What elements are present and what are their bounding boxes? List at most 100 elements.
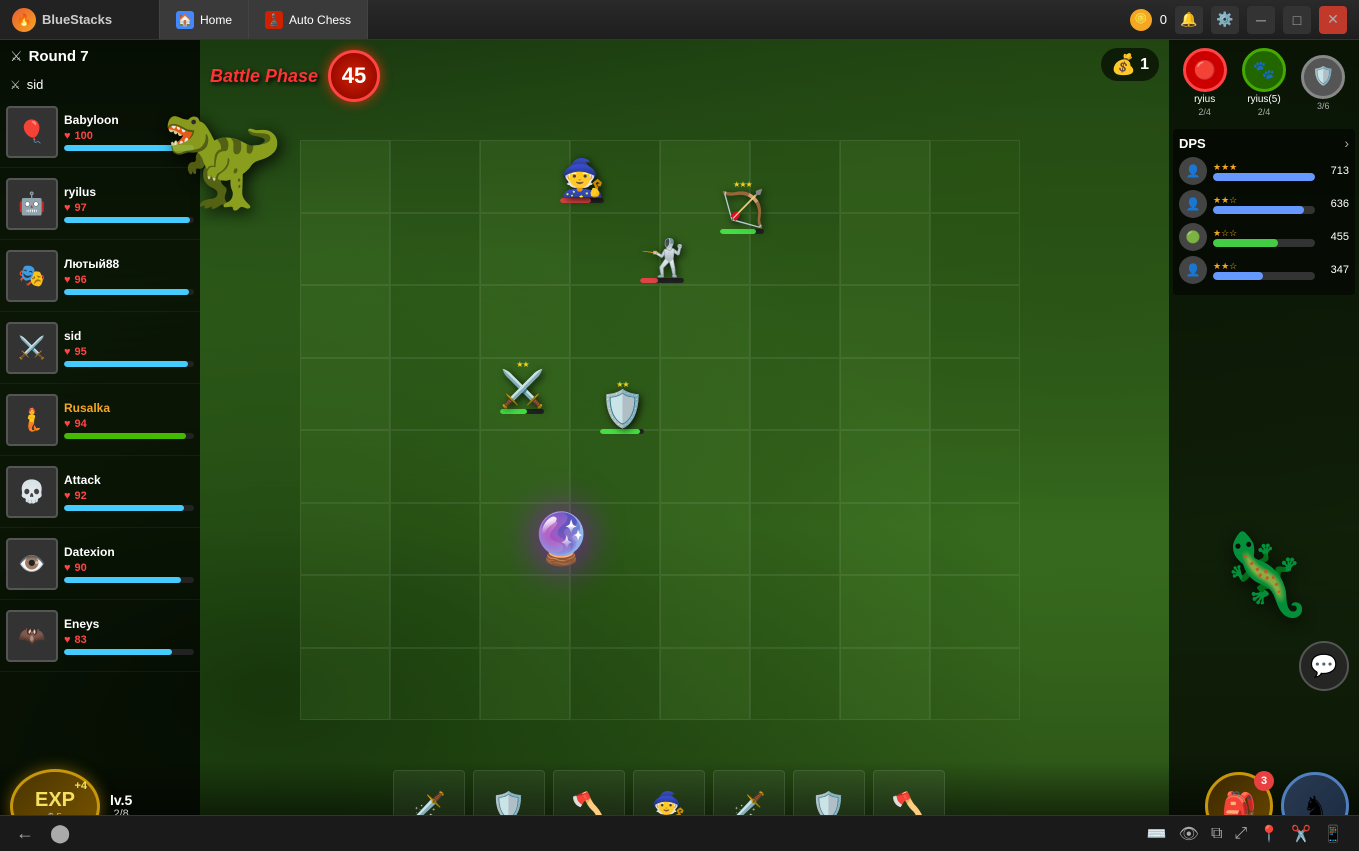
board-cell[interactable] [300,285,390,358]
board-cell[interactable] [300,575,390,648]
board-cell[interactable] [660,285,750,358]
board-cell[interactable] [570,140,660,213]
board-cell[interactable] [480,358,570,431]
keyboard-btn[interactable]: ⌨️ [1147,824,1167,844]
home-button[interactable]: ⬤ [50,823,70,844]
app-logo[interactable]: 🔥 BlueStacks [0,0,160,39]
board-cell[interactable] [390,285,480,358]
board-cell[interactable] [480,503,570,576]
board-cell[interactable] [750,430,840,503]
player-entry[interactable]: ⚔️ sid ♥ 95 [0,312,200,384]
board-cell[interactable] [660,358,750,431]
board-cell[interactable] [750,575,840,648]
board-cell[interactable] [480,285,570,358]
board-cell[interactable] [570,503,660,576]
player-entry[interactable]: 🤖 ryilus ♥ 97 [0,168,200,240]
board-cell[interactable] [750,648,840,721]
back-button[interactable]: ← [16,823,34,844]
board-cell[interactable] [660,140,750,213]
player-hp-row: ♥ 97 [64,202,194,214]
board-cell[interactable] [300,140,390,213]
board-cell[interactable] [840,285,930,358]
board-cell[interactable] [570,648,660,721]
close-btn[interactable]: ✕ [1319,6,1347,34]
board-cell[interactable] [390,358,480,431]
board-cell[interactable] [390,648,480,721]
board-cell[interactable] [930,503,1020,576]
board-cell[interactable] [840,430,930,503]
board-cell[interactable] [390,213,480,286]
phone-btn[interactable]: 📱 [1323,824,1343,844]
sidebar-sword-icon: ⚔ [10,78,21,92]
board-cell[interactable] [840,140,930,213]
board-cell[interactable] [300,648,390,721]
board-cell[interactable] [750,358,840,431]
dps-bar-wrap: ★★★ [1213,162,1315,181]
board-cell[interactable] [660,575,750,648]
board-cell[interactable] [930,140,1020,213]
board-cell[interactable] [750,285,840,358]
minimize-btn[interactable]: ─ [1247,6,1275,34]
eye-btn[interactable]: 👁 [1179,824,1199,844]
hp-bar-container [64,217,194,223]
board-cell[interactable] [300,213,390,286]
board-cell[interactable] [930,648,1020,721]
board-cell[interactable] [480,140,570,213]
player-entry[interactable]: 🧜 Rusalka ♥ 94 [0,384,200,456]
board-cell[interactable] [660,430,750,503]
tab-home[interactable]: 🏠 Home [160,0,249,39]
board-cell[interactable] [570,285,660,358]
player-avatar: 🎈 [6,106,58,158]
board-cell[interactable] [480,213,570,286]
board-cell[interactable] [480,430,570,503]
board-cell[interactable] [480,575,570,648]
board-cell[interactable] [480,648,570,721]
multiwindow-btn[interactable]: ⧉ [1211,824,1222,844]
heart-icon: ♥ [64,490,71,502]
board-cell[interactable] [300,358,390,431]
settings-btn[interactable]: ⚙️ [1211,6,1239,34]
board-cell[interactable] [840,575,930,648]
board-cell[interactable] [750,503,840,576]
board-cell[interactable] [570,358,660,431]
board-cell[interactable] [570,430,660,503]
scissors-btn[interactable]: ✂️ [1291,824,1311,844]
board-cell[interactable] [930,430,1020,503]
player-entry[interactable]: 🦇 Eneys ♥ 83 [0,600,200,672]
maximize-btn[interactable]: □ [1283,6,1311,34]
board-cell[interactable] [390,575,480,648]
board-cell[interactable] [930,213,1020,286]
location-btn[interactable]: 📍 [1259,824,1279,844]
notification-btn[interactable]: 🔔 [1175,6,1203,34]
board-cell[interactable] [660,213,750,286]
board-cell[interactable] [930,575,1020,648]
board-cell[interactable] [300,503,390,576]
player-hp-row: ♥ 95 [64,346,194,358]
board-cell[interactable] [390,140,480,213]
board-cell[interactable] [930,358,1020,431]
chat-button[interactable]: 💬 [1299,641,1349,691]
board-cell[interactable] [840,358,930,431]
tab-game[interactable]: ♟️ Auto Chess [249,0,368,39]
board-cell[interactable] [840,503,930,576]
board-cell[interactable] [660,648,750,721]
dps-expand-arrow[interactable]: › [1344,135,1349,151]
dps-value: 636 [1321,198,1349,210]
board-cell[interactable] [390,503,480,576]
player-entry[interactable]: 🎭 Лютый88 ♥ 96 [0,240,200,312]
player-entry[interactable]: 👁️ Datexion ♥ 90 [0,528,200,600]
board-cell[interactable] [660,503,750,576]
board-cell[interactable] [570,575,660,648]
board-cell[interactable] [390,430,480,503]
board-cell[interactable] [930,285,1020,358]
fullscreen-btn[interactable]: ⤢ [1234,824,1247,844]
board-cell[interactable] [840,648,930,721]
board-cell[interactable] [840,213,930,286]
board-cell[interactable] [750,140,840,213]
board-cell[interactable] [300,430,390,503]
board-cell[interactable] [750,213,840,286]
player-entry[interactable]: 💀 Attack ♥ 92 [0,456,200,528]
board-cell[interactable] [570,213,660,286]
hp-text: 92 [75,490,87,502]
player-entry[interactable]: 🎈 Babyloon ♥ 100 [0,96,200,168]
